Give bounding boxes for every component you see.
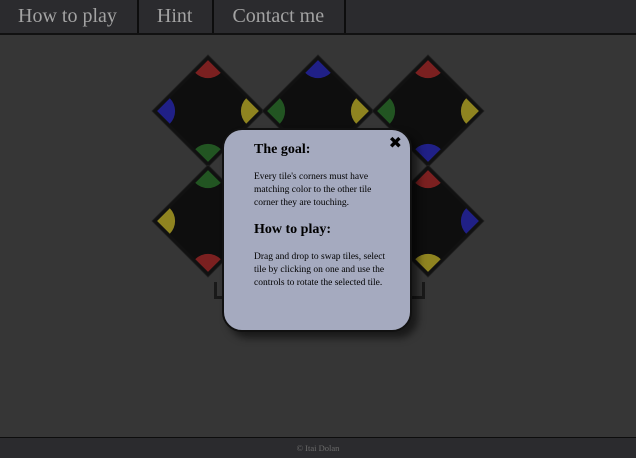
nav-hint[interactable]: Hint	[139, 0, 215, 33]
how-to-play-text: Drag and drop to swap tiles, select tile…	[254, 252, 386, 288]
game-page: How to play Hint Contact me ✖ The goal: …	[0, 0, 636, 458]
top-navbar: How to play Hint Contact me	[0, 0, 636, 35]
nav-contact-me[interactable]: Contact me	[214, 0, 347, 33]
instructions-modal: ✖ The goal: Every tile's corners must ha…	[222, 128, 412, 332]
nav-how-to-play[interactable]: How to play	[0, 0, 139, 33]
footer: © Itai Dolan	[0, 437, 636, 458]
goal-text: Every tile's corners must have matching …	[254, 172, 372, 208]
how-to-play-heading: How to play:	[254, 222, 331, 237]
close-icon[interactable]: ✖	[389, 134, 402, 152]
goal-heading: The goal:	[254, 142, 311, 157]
